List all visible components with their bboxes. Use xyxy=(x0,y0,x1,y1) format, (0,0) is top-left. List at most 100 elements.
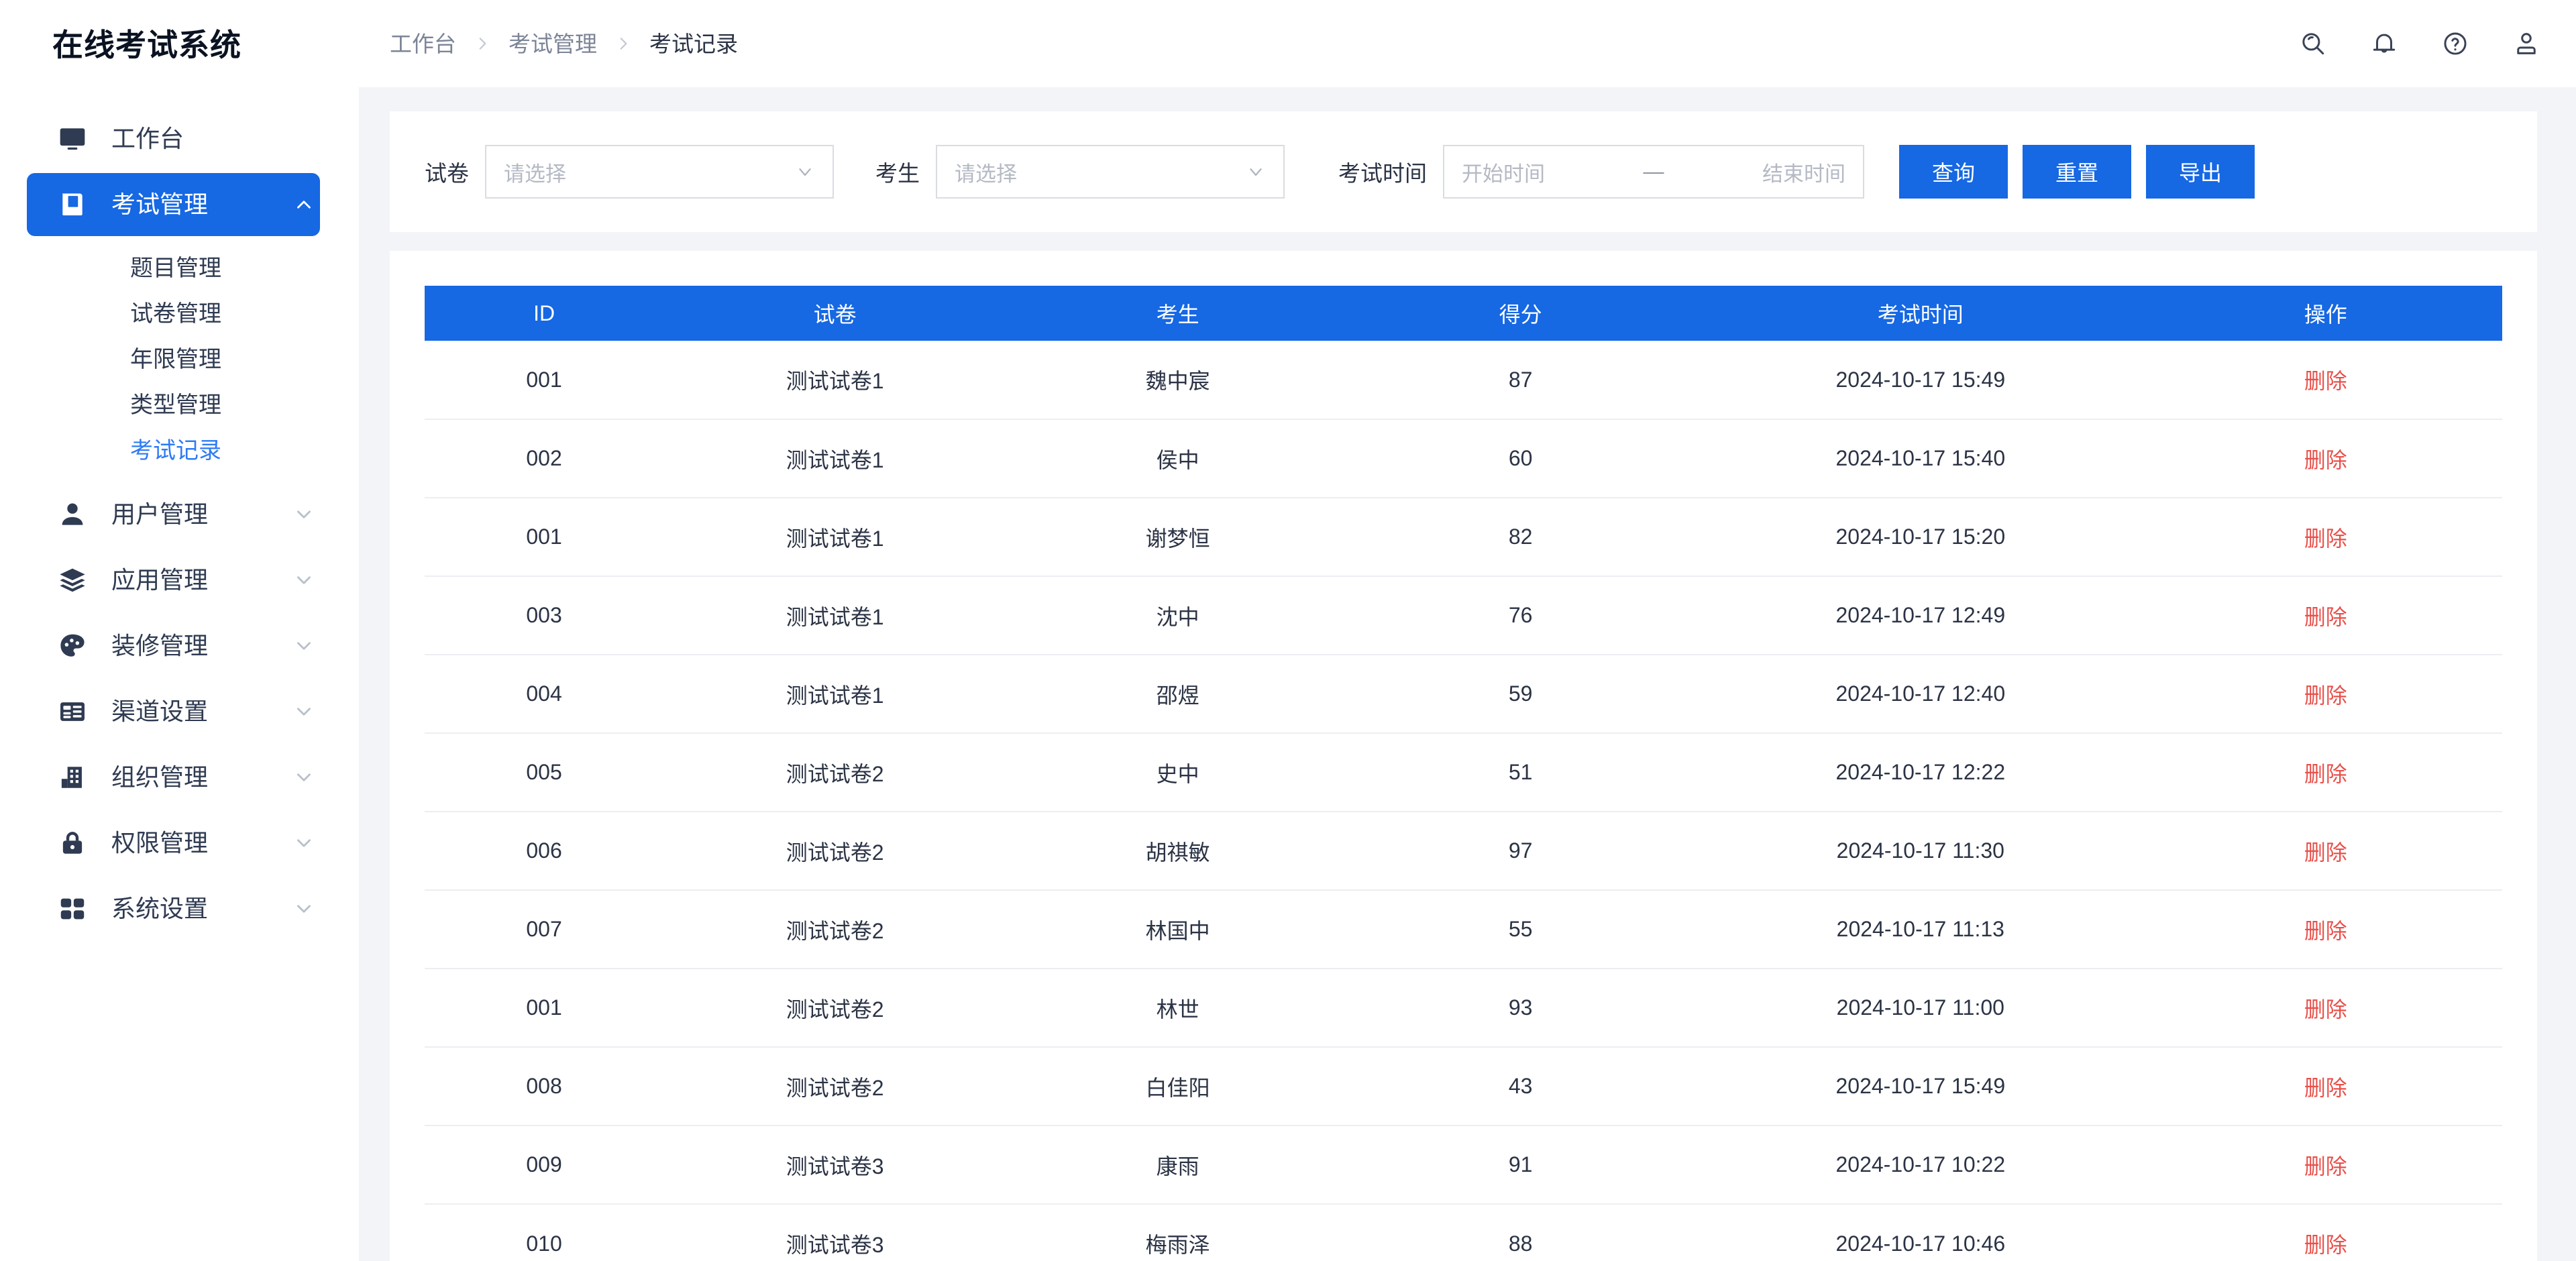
chevron-down-icon xyxy=(290,830,317,857)
search-icon[interactable] xyxy=(2297,28,2329,60)
palette-icon xyxy=(56,630,89,662)
breadcrumb-item-exam-management[interactable]: 考试管理 xyxy=(508,33,597,55)
building-icon xyxy=(56,761,89,793)
cell-student: 林世 xyxy=(1006,969,1349,1047)
filter-exam-time: 考试时间 开始时间 — 结束时间 xyxy=(1338,145,1864,199)
table-row: 001 测试试卷2 林世 93 2024-10-17 11:00 删除 xyxy=(425,969,2502,1047)
table-row: 002 测试试卷1 侯中 60 2024-10-17 15:40 删除 xyxy=(425,419,2502,498)
sidebar-item-system-settings[interactable]: 系统设置 xyxy=(27,877,320,940)
table-header-row: ID 试卷 考生 得分 考试时间 操作 xyxy=(425,286,2502,341)
sidebar-item-label: 权限管理 xyxy=(111,831,290,855)
column-header-score: 得分 xyxy=(1349,286,1692,341)
layers-icon xyxy=(56,564,89,596)
cell-exam-time: 2024-10-17 15:20 xyxy=(1692,498,2149,576)
export-button[interactable]: 导出 xyxy=(2146,145,2255,199)
date-start-placeholder[interactable]: 开始时间 xyxy=(1462,157,1545,187)
cell-student: 史中 xyxy=(1006,733,1349,812)
filter-exam-time-range[interactable]: 开始时间 — 结束时间 xyxy=(1443,145,1864,199)
exam-records-table: ID 试卷 考生 得分 考试时间 操作 001 测试试卷1 魏中宸 xyxy=(425,286,2502,1261)
monitor-icon xyxy=(56,123,89,155)
sidebar-item-decoration-management[interactable]: 装修管理 xyxy=(27,614,320,677)
delete-link[interactable]: 删除 xyxy=(2304,369,2347,393)
user-icon[interactable] xyxy=(2510,28,2542,60)
delete-link[interactable]: 删除 xyxy=(2304,1076,2347,1100)
cell-paper: 测试试卷2 xyxy=(663,969,1006,1047)
chevron-down-icon xyxy=(290,764,317,791)
sidebar-item-year-management[interactable]: 年限管理 xyxy=(0,334,359,380)
cell-paper: 测试试卷2 xyxy=(663,812,1006,890)
chevron-down-icon xyxy=(290,567,317,594)
date-range-separator: — xyxy=(1545,160,1762,184)
cell-exam-time: 2024-10-17 11:13 xyxy=(1692,890,2149,969)
sidebar-item-channel-settings[interactable]: 渠道设置 xyxy=(27,680,320,743)
cell-action: 删除 xyxy=(2149,969,2502,1047)
filter-student-select[interactable]: 请选择 xyxy=(936,145,1285,199)
delete-link[interactable]: 删除 xyxy=(2304,1233,2347,1257)
table-row: 004 测试试卷1 邵煜 59 2024-10-17 12:40 删除 xyxy=(425,655,2502,733)
cell-action: 删除 xyxy=(2149,890,2502,969)
delete-link[interactable]: 删除 xyxy=(2304,605,2347,629)
cell-action: 删除 xyxy=(2149,1126,2502,1204)
delete-link[interactable]: 删除 xyxy=(2304,448,2347,472)
date-end-placeholder[interactable]: 结束时间 xyxy=(1762,157,1845,187)
sidebar-item-exam-records[interactable]: 考试记录 xyxy=(0,425,359,471)
column-header-exam-time: 考试时间 xyxy=(1692,286,2149,341)
sidebar-item-question-management[interactable]: 题目管理 xyxy=(0,243,359,288)
cell-score: 60 xyxy=(1349,419,1692,498)
subnav-label: 类型管理 xyxy=(130,386,221,419)
sidebar-item-label: 组织管理 xyxy=(111,765,290,789)
cell-paper: 测试试卷3 xyxy=(663,1126,1006,1204)
help-circle-icon[interactable] xyxy=(2439,28,2471,60)
sidebar-item-label: 装修管理 xyxy=(111,634,290,658)
cell-score: 97 xyxy=(1349,812,1692,890)
delete-link[interactable]: 删除 xyxy=(2304,997,2347,1022)
query-button[interactable]: 查询 xyxy=(1899,145,2008,199)
table-row: 005 测试试卷2 史中 51 2024-10-17 12:22 删除 xyxy=(425,733,2502,812)
cell-score: 43 xyxy=(1349,1047,1692,1126)
sidebar-item-label: 系统设置 xyxy=(111,897,290,921)
reset-button[interactable]: 重置 xyxy=(2023,145,2131,199)
sidebar-item-organization-management[interactable]: 组织管理 xyxy=(27,746,320,809)
cell-student: 魏中宸 xyxy=(1006,341,1349,419)
column-header-action: 操作 xyxy=(2149,286,2502,341)
table-row: 001 测试试卷1 魏中宸 87 2024-10-17 15:49 删除 xyxy=(425,341,2502,419)
content-area: 试卷 请选择 考生 请选择 xyxy=(359,87,2576,1261)
cell-action: 删除 xyxy=(2149,576,2502,655)
filter-paper: 试卷 请选择 xyxy=(425,145,834,199)
sidebar-item-user-management[interactable]: 用户管理 xyxy=(27,483,320,546)
bell-icon[interactable] xyxy=(2368,28,2400,60)
column-header-id: ID xyxy=(425,286,663,341)
sidebar-item-permission-management[interactable]: 权限管理 xyxy=(27,812,320,875)
delete-link[interactable]: 删除 xyxy=(2304,840,2347,865)
cell-score: 88 xyxy=(1349,1204,1692,1261)
delete-link[interactable]: 删除 xyxy=(2304,919,2347,943)
delete-link[interactable]: 删除 xyxy=(2304,762,2347,786)
filter-paper-select[interactable]: 请选择 xyxy=(485,145,834,199)
sidebar-item-paper-management[interactable]: 试卷管理 xyxy=(0,288,359,334)
sidebar-item-type-management[interactable]: 类型管理 xyxy=(0,380,359,425)
delete-link[interactable]: 删除 xyxy=(2304,527,2347,551)
person-icon xyxy=(56,498,89,531)
filter-paper-placeholder: 请选择 xyxy=(504,157,795,187)
cell-exam-time: 2024-10-17 12:49 xyxy=(1692,576,2149,655)
sidebar-item-exam-management[interactable]: 考试管理 xyxy=(27,173,320,236)
filter-bar: 试卷 请选择 考生 请选择 xyxy=(390,111,2537,232)
main-area: 工作台 考试管理 考试记录 xyxy=(359,0,2576,1261)
cell-paper: 测试试卷1 xyxy=(663,576,1006,655)
chevron-down-icon xyxy=(290,501,317,528)
cell-id: 004 xyxy=(425,655,663,733)
sidebar-item-workbench[interactable]: 工作台 xyxy=(27,107,320,170)
cell-id: 007 xyxy=(425,890,663,969)
cell-paper: 测试试卷1 xyxy=(663,341,1006,419)
filter-buttons: 查询 重置 导出 xyxy=(1899,145,2255,199)
sidebar-item-app-management[interactable]: 应用管理 xyxy=(27,549,320,612)
sidebar-item-label: 工作台 xyxy=(111,127,320,151)
breadcrumb-item-workbench[interactable]: 工作台 xyxy=(390,33,456,55)
delete-link[interactable]: 删除 xyxy=(2304,1154,2347,1178)
delete-link[interactable]: 删除 xyxy=(2304,683,2347,708)
cell-id: 005 xyxy=(425,733,663,812)
cell-action: 删除 xyxy=(2149,1047,2502,1126)
cell-action: 删除 xyxy=(2149,812,2502,890)
cell-score: 82 xyxy=(1349,498,1692,576)
table-header: ID 试卷 考生 得分 考试时间 操作 xyxy=(425,286,2502,341)
